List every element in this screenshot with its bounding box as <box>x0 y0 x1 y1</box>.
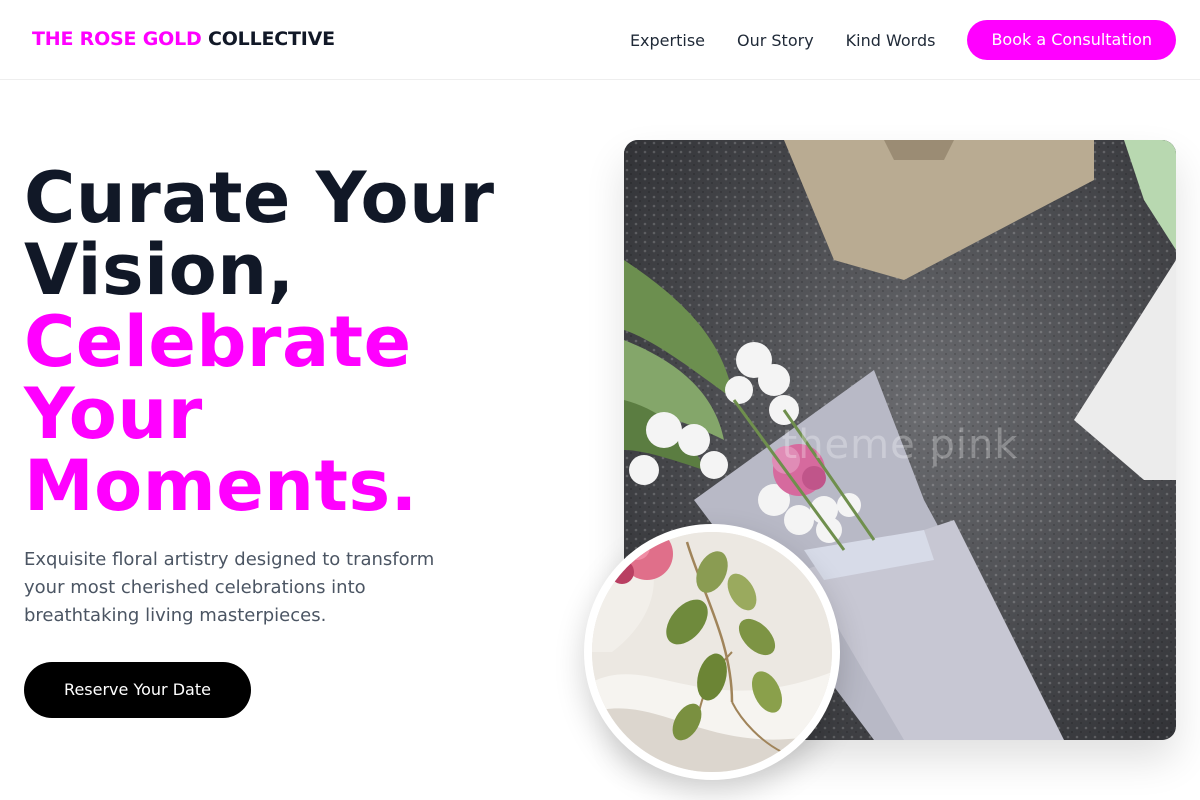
headline-line-accent: Moments. <box>24 445 418 527</box>
nav-link-kind-words[interactable]: Kind Words <box>846 31 936 50</box>
main-nav: Expertise Our Story Kind Words Book a Co… <box>630 20 1176 60</box>
book-consultation-button[interactable]: Book a Consultation <box>967 20 1176 60</box>
hero-description: Exquisite floral artistry designed to tr… <box>24 549 435 626</box>
nav-link-expertise[interactable]: Expertise <box>630 31 705 50</box>
nav-link-our-story[interactable]: Our Story <box>737 31 814 50</box>
headline-line: Curate Your <box>24 157 495 239</box>
hero-image-circle <box>584 524 840 780</box>
site-header: THE ROSE GOLD COLLECTIVE Expertise Our S… <box>0 0 1200 80</box>
brand-name-rest: COLLECTIVE <box>207 28 335 50</box>
headline-line-accent: Your <box>24 373 203 455</box>
hero-headline: Curate Your Vision, Celebrate Your Momen… <box>24 162 584 522</box>
brand-name-accent: THE ROSE GOLD <box>32 28 202 50</box>
eucalyptus-photo-illustration <box>592 532 832 772</box>
brand-logo[interactable]: THE ROSE GOLD COLLECTIVE <box>32 28 335 50</box>
reserve-date-button[interactable]: Reserve Your Date <box>24 662 251 718</box>
image-watermark: theme pink <box>781 422 1019 468</box>
headline-line: Vision, <box>24 229 295 311</box>
headline-line-accent: Celebrate <box>24 301 412 383</box>
